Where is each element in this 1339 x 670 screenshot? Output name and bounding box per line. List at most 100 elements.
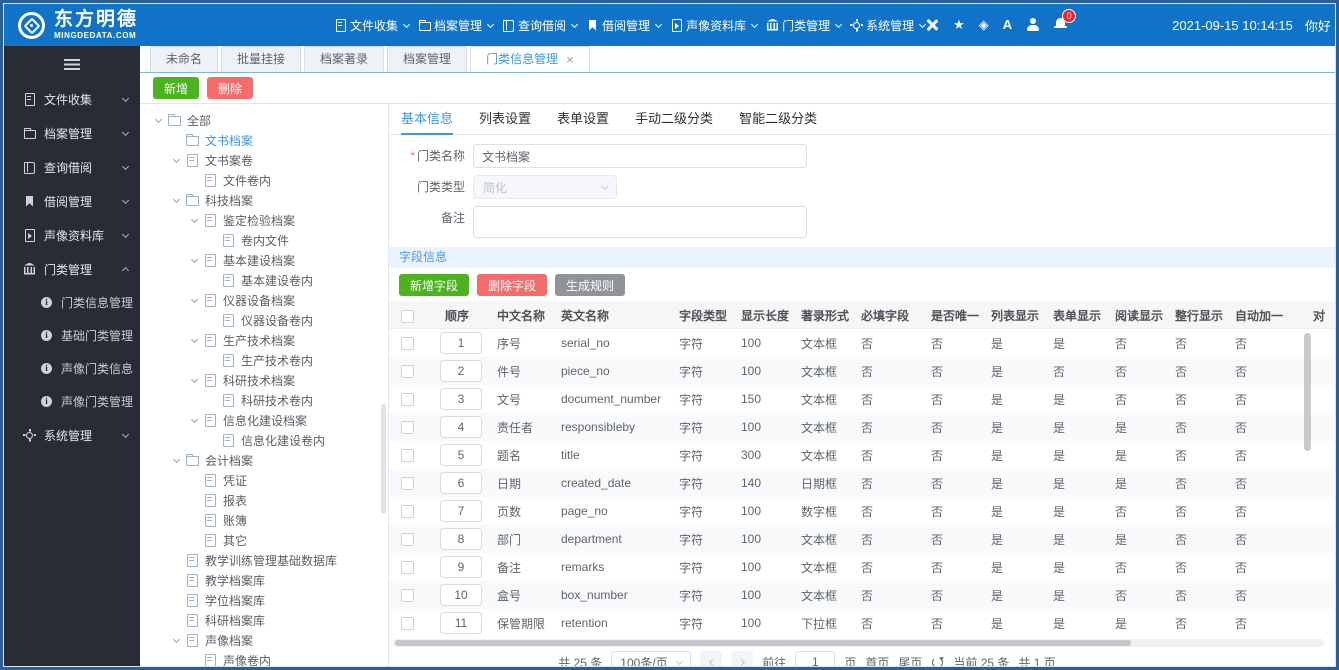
- favorite-star-icon[interactable]: ★: [953, 18, 965, 32]
- row-checkbox[interactable]: [401, 561, 414, 575]
- document-tab[interactable]: 批量挂接 ×: [221, 46, 302, 72]
- sidebar-item[interactable]: 声像门类信息: [4, 352, 140, 385]
- close-icon[interactable]: ×: [566, 53, 574, 66]
- goto-page-input[interactable]: [795, 650, 836, 666]
- order-input[interactable]: [440, 500, 482, 522]
- document-tab[interactable]: 门类信息管理 ×: [470, 46, 590, 72]
- panel-tab[interactable]: 表单设置: [557, 104, 609, 134]
- topnav-item[interactable]: 查询借阅: [502, 17, 579, 34]
- panel-tab[interactable]: 手动二级分类: [635, 104, 713, 134]
- tree-item[interactable]: 文书档案: [140, 130, 388, 150]
- delete-button[interactable]: 删除: [207, 77, 254, 99]
- tree-item[interactable]: 卷内文件: [140, 230, 388, 250]
- tree-expand-icon[interactable]: [172, 155, 181, 163]
- tree-item[interactable]: 生产技术卷内: [140, 350, 388, 370]
- tree-expand-icon[interactable]: [190, 255, 199, 263]
- page-size-select[interactable]: 100条/页: [611, 650, 692, 666]
- order-input[interactable]: [440, 472, 482, 494]
- generate-rule-button[interactable]: 生成规则: [555, 274, 626, 296]
- sidebar-item[interactable]: 声像资料库: [4, 218, 140, 252]
- category-name-input[interactable]: [473, 144, 807, 168]
- prev-page-button[interactable]: [700, 651, 723, 666]
- row-checkbox[interactable]: [401, 617, 414, 631]
- select-all-checkbox[interactable]: [401, 309, 414, 323]
- row-checkbox[interactable]: [401, 365, 414, 379]
- first-page-link[interactable]: 首页: [865, 654, 889, 667]
- topnav-item[interactable]: 门类管理: [766, 17, 843, 34]
- next-page-button[interactable]: [731, 651, 754, 666]
- last-page-link[interactable]: 尾页: [898, 654, 922, 667]
- sidebar-item[interactable]: 档案管理: [4, 116, 140, 150]
- table-row[interactable]: 页数 page_no 字符 100 数字框 否 否 是 是 否 否: [389, 497, 1335, 525]
- table-row[interactable]: 部门 department 字符 100 文本框 否 否 是 是 是 否: [389, 525, 1335, 553]
- order-input[interactable]: [440, 360, 482, 382]
- sidebar-collapse-button[interactable]: [4, 46, 140, 82]
- table-row[interactable]: 文号 document_number 字符 150 文本框 否 否 是 是 否: [389, 385, 1335, 413]
- document-tab[interactable]: 未命名 ×: [150, 46, 219, 72]
- tree-item[interactable]: 科研技术档案: [140, 370, 388, 390]
- order-input[interactable]: [440, 584, 482, 606]
- table-row[interactable]: 日期 created_date 字符 140 日期框 否 否 是 是 是 否: [389, 469, 1335, 497]
- tree-item[interactable]: 教学训练管理基础数据库: [140, 550, 388, 570]
- table-row[interactable]: 保管期限 retention 字符 100 下拉框 否 否 是 是 是 否: [389, 609, 1335, 637]
- tree-expand-icon[interactable]: [154, 115, 163, 123]
- tree-expand-icon[interactable]: [190, 335, 199, 343]
- tree-item[interactable]: 生产技术档案: [140, 330, 388, 350]
- order-input[interactable]: [440, 612, 482, 634]
- order-input[interactable]: [440, 556, 482, 578]
- tree-item[interactable]: 仪器设备卷内: [140, 310, 388, 330]
- tree-item[interactable]: 其它: [140, 530, 388, 550]
- tree-expand-icon[interactable]: [190, 415, 199, 423]
- tree-item[interactable]: 账簿: [140, 510, 388, 530]
- row-checkbox[interactable]: [401, 449, 414, 463]
- order-input[interactable]: [440, 444, 482, 466]
- tree-item[interactable]: 基本建设档案: [140, 250, 388, 270]
- row-checkbox[interactable]: [401, 393, 414, 407]
- tree-item[interactable]: 全部: [140, 110, 388, 130]
- tree-item[interactable]: 文件卷内: [140, 170, 388, 190]
- topnav-item[interactable]: 档案管理: [418, 17, 495, 34]
- add-button[interactable]: 新增: [153, 77, 200, 99]
- notification-bell[interactable]: 0: [1054, 8, 1077, 35]
- sidebar-item[interactable]: 文件收集: [4, 82, 140, 116]
- row-checkbox[interactable]: [401, 421, 414, 435]
- tree-scrollbar[interactable]: [381, 404, 386, 514]
- sidebar-item[interactable]: 声像门类管理: [4, 385, 140, 418]
- order-input[interactable]: [440, 388, 482, 410]
- tree-item[interactable]: 科技档案: [140, 190, 388, 210]
- sidebar-item[interactable]: 借阅管理: [4, 184, 140, 218]
- order-input[interactable]: [440, 528, 482, 550]
- topnav-item[interactable]: 系统管理: [850, 17, 927, 34]
- tree-item[interactable]: 科研档案库: [140, 610, 388, 630]
- tree-expand-icon[interactable]: [190, 375, 199, 383]
- topnav-item[interactable]: 文件收集: [334, 17, 411, 34]
- tree-item[interactable]: 鉴定检验档案: [140, 210, 388, 230]
- document-tab[interactable]: 档案管理 ×: [387, 46, 468, 72]
- user-icon[interactable]: [1026, 18, 1040, 32]
- table-vertical-scrollbar[interactable]: [1304, 333, 1311, 451]
- table-row[interactable]: 序号 serial_no 字符 100 文本框 否 否 是 是 否 否: [389, 329, 1335, 357]
- row-checkbox[interactable]: [401, 477, 414, 491]
- sidebar-item[interactable]: 查询借阅: [4, 150, 140, 184]
- tree-expand-icon[interactable]: [190, 215, 199, 223]
- tree-expand-icon[interactable]: [172, 635, 181, 643]
- panel-tab[interactable]: 智能二级分类: [739, 104, 817, 134]
- tree-item[interactable]: 教学档案库: [140, 570, 388, 590]
- tree-item[interactable]: 凭证: [140, 470, 388, 490]
- tree-item[interactable]: 报表: [140, 490, 388, 510]
- horizontal-scrollbar-thumb[interactable]: [395, 640, 1132, 646]
- panel-tab[interactable]: 列表设置: [479, 104, 531, 134]
- topnav-item[interactable]: 借阅管理: [586, 17, 663, 34]
- row-checkbox[interactable]: [401, 589, 414, 603]
- order-input[interactable]: [440, 416, 482, 438]
- tree-expand-icon[interactable]: [172, 455, 181, 463]
- gem-icon[interactable]: ◈: [979, 18, 989, 32]
- tree-item[interactable]: 仪器设备档案: [140, 290, 388, 310]
- note-textarea[interactable]: [473, 206, 807, 238]
- row-checkbox[interactable]: [401, 505, 414, 519]
- tree-item[interactable]: 会计档案: [140, 450, 388, 470]
- row-checkbox[interactable]: [401, 337, 414, 351]
- tree-item[interactable]: 声像档案: [140, 630, 388, 650]
- sidebar-item[interactable]: 门类信息管理: [4, 286, 140, 319]
- table-row[interactable]: 件号 piece_no 字符 100 文本框 否 否 是 否 否 否: [389, 357, 1335, 385]
